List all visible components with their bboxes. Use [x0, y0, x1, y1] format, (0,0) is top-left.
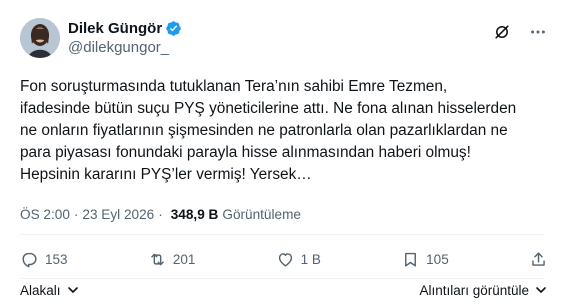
name-row: Dilek Güngör [68, 18, 182, 38]
bookmark-count: 105 [426, 251, 449, 267]
bookmark-button[interactable]: 105 [401, 250, 449, 269]
more-icon[interactable] [528, 22, 548, 42]
tweet: Dilek Güngör @dilekgungor_ Fon soruşturm… [0, 0, 562, 306]
tweet-text-line: ifadesinde bütün suçu PYŞ yöneticilerine… [20, 100, 517, 117]
chevron-down-icon [67, 287, 78, 293]
action-bar: 153 201 1 B 105 [20, 246, 548, 272]
repost-icon [151, 253, 164, 265]
avatar[interactable] [20, 18, 60, 58]
tweet-text-line: Hepsinin kararını PYŞ’ler vermiş! Yersek… [20, 166, 312, 183]
relevant-label: Alakalı [20, 282, 61, 298]
chevron-down-icon [536, 287, 546, 293]
share-icon [532, 251, 545, 266]
share-button[interactable] [529, 250, 548, 269]
reply-icon [22, 252, 37, 267]
tweet-text-line: para piyasası fonundaki parayla hisse al… [20, 144, 471, 161]
author-display-name[interactable]: Dilek Güngör [68, 20, 162, 37]
tweet-meta: ÖS 2:00 · 23 Eyl 2026 · 348,9 B Görüntül… [20, 204, 301, 224]
reply-button[interactable]: 153 [20, 250, 68, 269]
verified-badge-icon[interactable] [165, 20, 182, 37]
bookmark-icon [405, 252, 417, 267]
grok-icon[interactable] [492, 22, 512, 42]
divider [20, 234, 544, 235]
heart-icon [278, 252, 292, 267]
view-quotes-label: Alıntıları görüntüle [419, 282, 529, 298]
repost-button[interactable]: 201 [148, 250, 196, 269]
divider [20, 278, 544, 279]
like-count: 1 B [300, 251, 321, 267]
post-time[interactable]: ÖS 2:00 [20, 207, 70, 222]
author-handle[interactable]: @dilekgungor_ [68, 38, 182, 58]
header-actions [492, 18, 548, 42]
view-quotes-link[interactable]: Alıntıları görüntüle [419, 283, 548, 298]
meta-separator: · [73, 206, 79, 222]
avatar-image [20, 18, 60, 58]
post-date[interactable]: 23 Eyl 2026 [82, 207, 154, 222]
views-count[interactable]: 348,9 B [171, 207, 219, 222]
tweet-header: Dilek Güngör @dilekgungor_ [20, 18, 548, 62]
tweet-text: Fon soruşturmasında tutuklanan Tera’nın … [20, 76, 548, 186]
tweet-footer: Alakalı Alıntıları görüntüle [20, 280, 548, 300]
views-label[interactable]: Görüntüleme [222, 207, 301, 222]
relevant-replies-dropdown[interactable]: Alakalı [20, 283, 80, 298]
reply-count: 153 [45, 251, 68, 267]
meta-separator: · [158, 206, 163, 222]
tweet-text-line: Fon soruşturmasında tutuklanan Tera’nın … [20, 78, 448, 95]
tweet-text-line: ne onların fiyatlarının şişmesinden ne p… [20, 122, 508, 139]
author-names: Dilek Güngör @dilekgungor_ [68, 18, 182, 58]
repost-count: 201 [172, 251, 196, 267]
like-button[interactable]: 1 B [276, 250, 321, 269]
